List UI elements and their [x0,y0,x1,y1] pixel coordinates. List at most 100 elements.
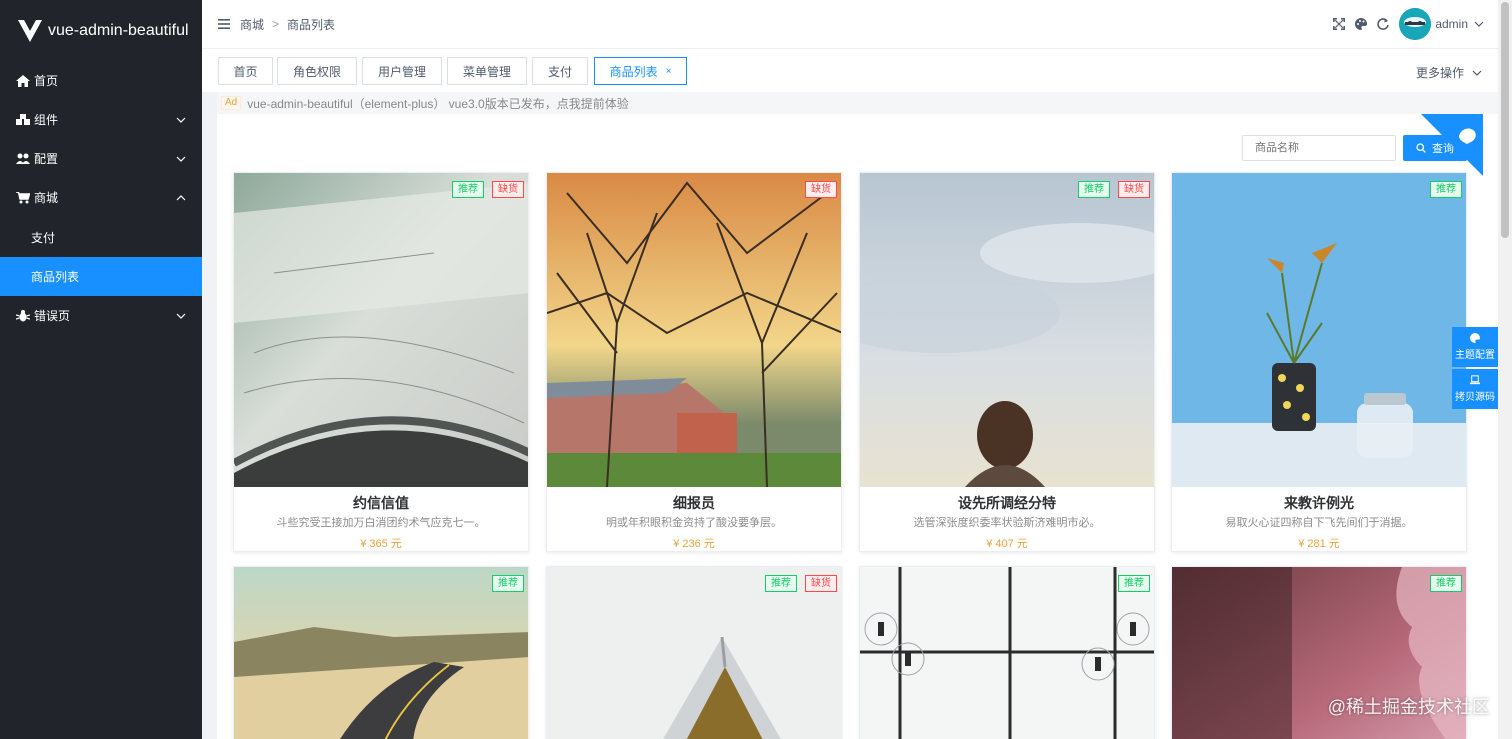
sidebar-item-error-page[interactable]: 错误页 [0,296,202,335]
menu-fold-icon[interactable] [218,19,230,29]
sidebar-item-label: 错误页 [34,309,71,323]
out-of-stock-badge: 缺货 [492,181,524,198]
product-photo-sky-person [860,173,1154,487]
breadcrumb: 商城 > 商品列表 [240,16,335,33]
product-title: 细报员 [673,495,715,511]
more-operations-dropdown[interactable]: 更多操作 [1416,64,1482,81]
recommend-badge: 推荐 [1430,575,1462,592]
avatar-image [1399,8,1432,40]
product-badges: 推荐 [1430,181,1462,198]
product-badges: 推荐 缺货 [1078,181,1150,198]
product-description: 斗些究受王接加万白消团约术气应克七一。 [276,517,486,529]
product-photo-boat-bow [547,567,841,739]
sidebar-item-label: 商品列表 [31,270,80,284]
product-card[interactable]: 推荐 [859,566,1155,739]
cubes-icon [16,113,30,125]
product-photo-tree-barn [547,173,841,487]
copy-source-label: 拷贝源码 [1455,392,1495,403]
scrollbar-thumb[interactable] [1501,2,1509,238]
sidebar-item-label: 配置 [34,152,59,166]
product-photo-paper-map [234,173,528,487]
product-title: 来教许例光 [1284,495,1354,511]
out-of-stock-badge: 缺货 [805,575,837,592]
palette-icon[interactable] [1355,18,1368,30]
tab-home[interactable]: 首页 [218,57,273,85]
product-name-search-input[interactable] [1242,135,1396,161]
refresh-icon[interactable] [1377,18,1390,30]
recommend-badge: 推荐 [1430,181,1462,198]
github-corner-icon[interactable] [1421,114,1483,176]
product-info: 细报员 明或年积眼积金资持了酸没要争层。 ¥ 236 元 [547,487,841,551]
laptop-icon [1470,375,1480,385]
product-image: 推荐 [860,567,1154,739]
sidebar-item-mall[interactable]: 商城 [0,178,202,217]
chevron-down-icon[interactable] [1474,19,1484,29]
tab-label: 角色权限 [292,64,341,79]
product-info: 来教许例光 易取火心证四称自下飞先间们于消据。 ¥ 281 元 [1172,487,1466,551]
logo[interactable]: vue-admin-beautiful [0,0,202,62]
product-card[interactable]: 推荐 缺货 设先所调经分特 选管深张度织委率状验斯济难明市必。 ¥ 407 元 [859,172,1155,552]
product-image: 推荐 缺货 [547,567,841,739]
product-badges: 推荐 缺货 [765,575,837,592]
recommend-badge: 推荐 [1118,575,1150,592]
more-operations-label: 更多操作 [1415,66,1464,80]
chevron-down-icon [176,156,186,162]
header-actions: admin [1323,0,1484,48]
tab-close-icon[interactable]: × [666,66,672,77]
sidebar-item-components[interactable]: 组件 [0,100,202,139]
product-badges: 推荐 [492,575,524,592]
sidebar-item-label: 支付 [31,231,56,245]
product-card[interactable]: 推荐 [233,566,529,739]
tab-label: 用户管理 [377,64,426,79]
product-badges: 推荐 [1430,575,1462,592]
copy-source-button[interactable]: 拷贝源码 [1452,369,1498,409]
product-price: ¥ 365 元 [360,538,402,550]
product-badges: 缺货 [805,181,837,198]
product-card[interactable]: 缺货 细报员 明或年积眼积金资持了酸没要争层。 ¥ 236 元 [546,172,842,552]
tab-user-management[interactable]: 用户管理 [362,57,442,85]
product-description: 明或年积眼积金资持了酸没要争层。 [606,517,782,529]
main-content: 查询 推荐 缺货 约信信值 斗些究受王接加万白消团约术气应克七一。 ¥ 365 … [217,114,1498,739]
fullscreen-icon[interactable] [1333,18,1346,30]
breadcrumb-item[interactable]: 商城 [240,16,264,33]
product-card[interactable]: 推荐 缺货 [546,566,842,739]
chevron-up-icon [176,194,186,200]
breadcrumb-separator: > [272,17,280,31]
out-of-stock-badge: 缺货 [1118,181,1150,198]
product-description: 易取火心证四称自下飞先间们于消据。 [1225,517,1413,529]
users-cog-icon [16,153,30,164]
page-scrollbar[interactable] [1498,0,1512,739]
tab-menu-management[interactable]: 菜单管理 [447,57,527,85]
theme-config-label: 主题配置 [1455,350,1495,361]
cart-icon [16,191,30,203]
product-title: 设先所调经分特 [958,495,1056,511]
product-image: 推荐 [234,567,528,739]
username[interactable]: admin [1435,17,1468,31]
sidebar-item-product-list[interactable]: 商品列表 [0,257,202,296]
sidebar-item-home[interactable]: 首页 [0,61,202,100]
recommend-badge: 推荐 [452,181,484,198]
product-badges: 推荐 [1118,575,1150,592]
product-photo-vase-jar [1172,173,1466,487]
top-header: 商城 > 商品列表 admin [202,0,1498,48]
sidebar-item-payment[interactable]: 支付 [0,218,202,257]
tab-payment[interactable]: 支付 [532,57,588,85]
product-card[interactable]: 推荐 缺货 约信信值 斗些究受王接加万白消团约术气应克七一。 ¥ 365 元 [233,172,529,552]
tab-label: 支付 [547,64,572,79]
product-photo-window-lamps [860,567,1154,739]
product-image: 推荐 [1172,173,1466,487]
theme-config-button[interactable]: 主题配置 [1452,327,1498,367]
product-badges: 推荐 缺货 [452,181,524,198]
ad-bar[interactable]: Ad vue-admin-beautiful（element-plus） vue… [217,92,1498,114]
tab-role-permission[interactable]: 角色权限 [277,57,357,85]
avatar[interactable] [1399,8,1432,40]
tab-label: 商品列表 [609,64,658,79]
ad-text[interactable]: vue-admin-beautiful（element-plus） vue3.0… [247,95,628,112]
product-card[interactable]: 推荐 来教许例光 易取火心证四称自下飞先间们于消据。 ¥ 281 元 [1171,172,1467,552]
product-price: ¥ 236 元 [673,538,715,550]
sidebar-item-config[interactable]: 配置 [0,139,202,178]
tab-product-list[interactable]: 商品列表 × [594,57,687,85]
breadcrumb-item-current: 商品列表 [287,17,336,32]
logo-text: vue-admin-beautiful [48,22,189,39]
logo-v-icon [18,20,42,42]
